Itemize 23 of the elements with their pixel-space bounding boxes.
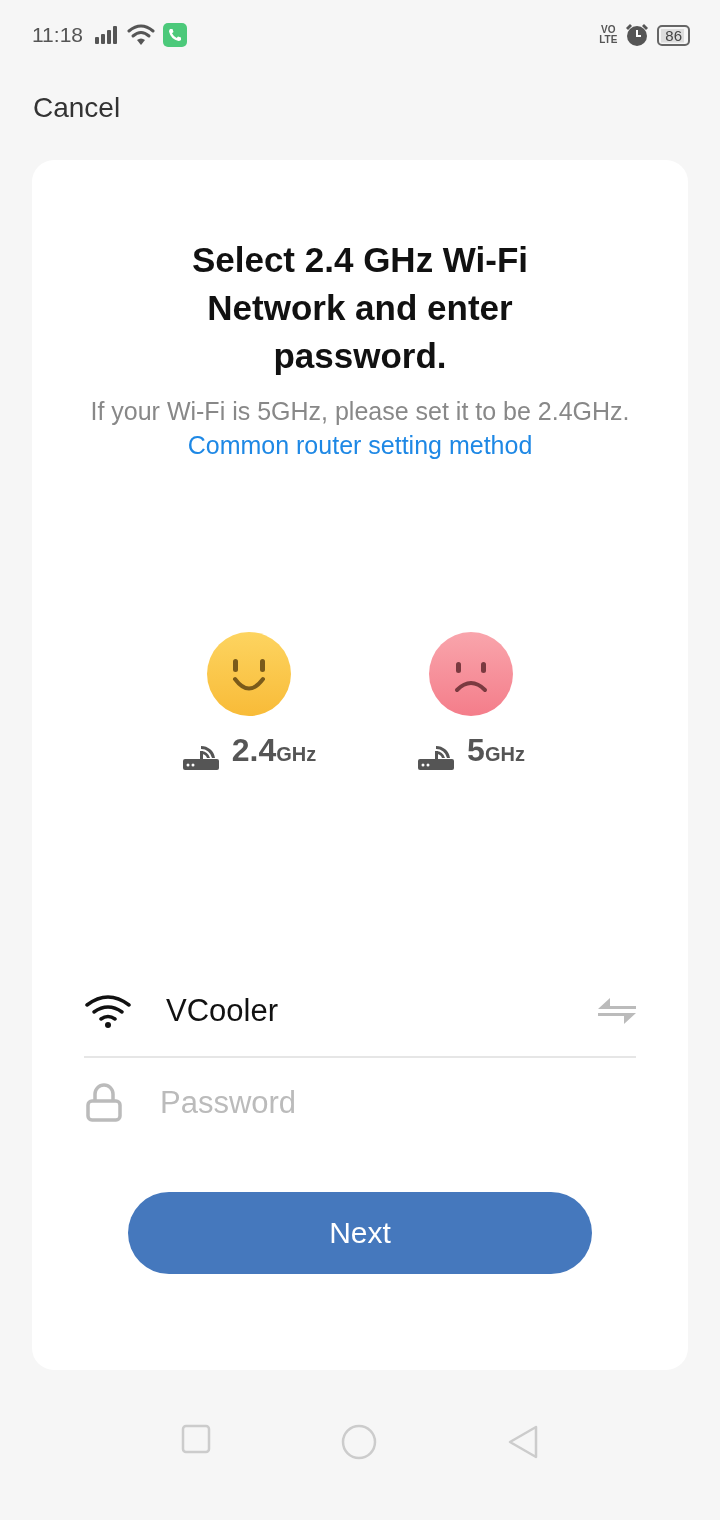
router-setting-link[interactable]: Common router setting method [187, 431, 533, 459]
switch-arrows-icon[interactable] [598, 996, 636, 1026]
smiley-face-icon [207, 632, 291, 716]
alarm-clock-icon [625, 23, 650, 47]
battery-level: 86 [657, 24, 690, 46]
home-icon[interactable] [341, 1424, 377, 1460]
hint-text: If your Wi-Fi is 5GHz, please set it to be 2.4GHz. Common router setting method [89, 396, 631, 461]
cancel-link[interactable]: Cancel [33, 92, 121, 124]
back-icon[interactable] [507, 1424, 539, 1460]
page-title: Select 2.4 GHz Wi-Fi Network and enter password. [190, 239, 530, 377]
network-name-field[interactable]: VCooler [166, 993, 598, 1029]
volte-indicator: VO LTE [599, 25, 618, 45]
recents-icon[interactable] [181, 1424, 211, 1454]
lock-icon [84, 1083, 124, 1123]
phone-call-icon [163, 23, 187, 47]
band-label: 2.4GHz [231, 734, 317, 770]
wifi-icon [127, 24, 155, 46]
signal-icon [95, 26, 119, 44]
clock-time: 11:18 [32, 23, 83, 47]
next-button[interactable]: Next [128, 1192, 592, 1274]
band-label: 5GHz [467, 734, 525, 770]
wifi-icon [84, 994, 132, 1028]
sad-face-icon [429, 632, 513, 716]
